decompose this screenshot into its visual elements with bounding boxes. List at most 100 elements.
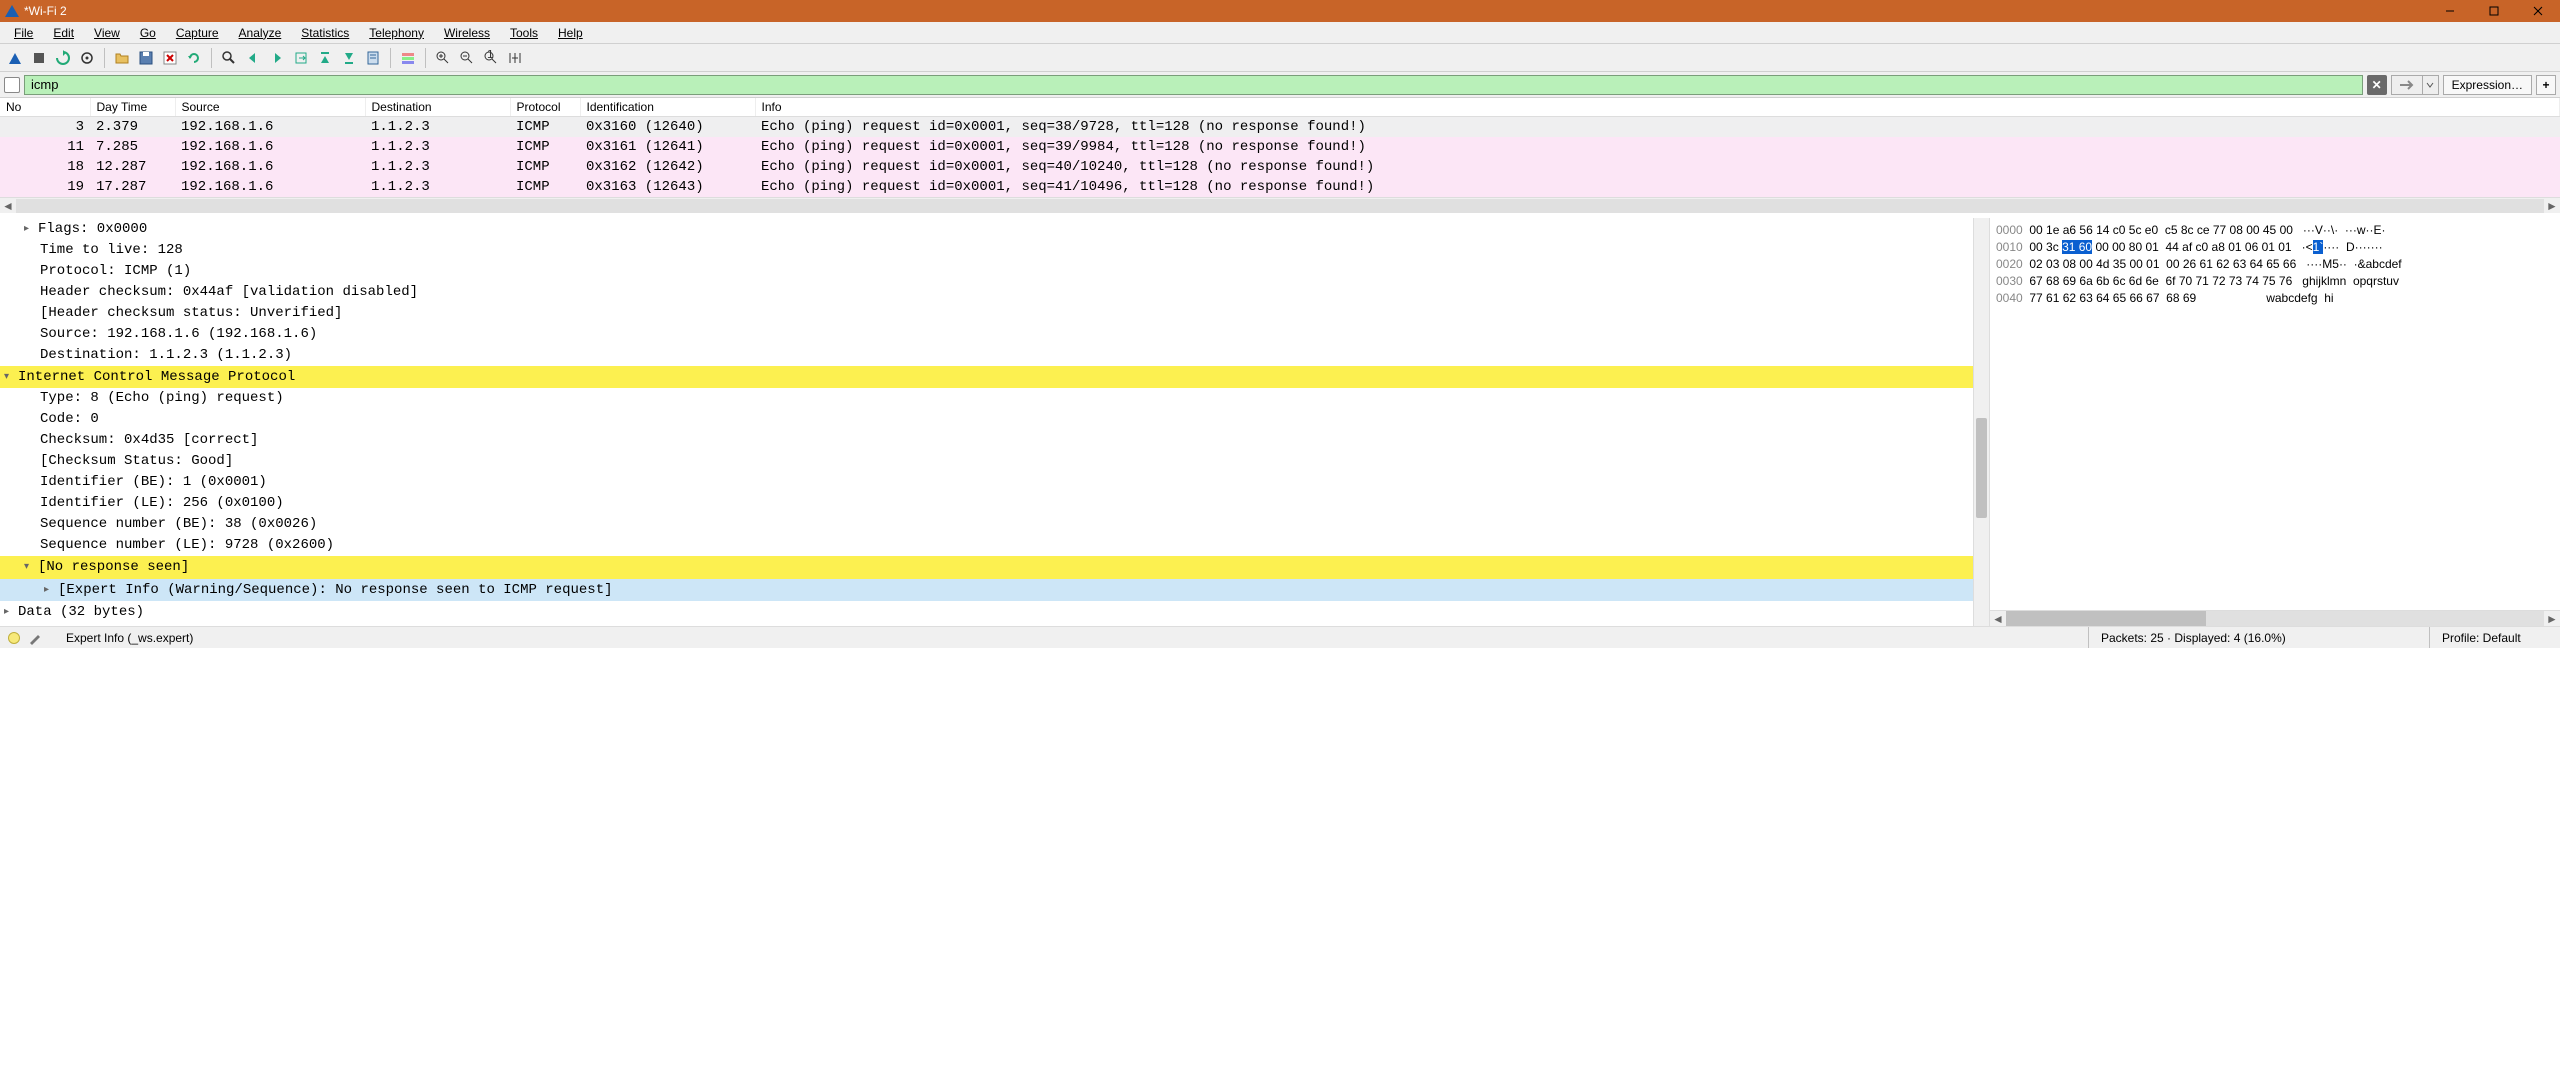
- hex-row[interactable]: 0000 00 1e a6 56 14 c0 5c e0 c5 8c ce 77…: [1996, 222, 2554, 239]
- menu-edit[interactable]: Edit: [43, 24, 84, 42]
- close-file-icon[interactable]: [159, 47, 181, 69]
- menu-capture[interactable]: Capture: [166, 24, 229, 42]
- filter-apply-button[interactable]: [2391, 75, 2439, 95]
- expression-button[interactable]: Expression…: [2443, 75, 2532, 95]
- menu-go[interactable]: Go: [130, 24, 166, 42]
- tree-row[interactable]: Identifier (LE): 256 (0x0100): [0, 493, 1973, 514]
- table-row[interactable]: 1812.287192.168.1.61.1.2.3ICMP0x3162 (12…: [0, 157, 2560, 177]
- tree-row[interactable]: Type: 8 (Echo (ping) request): [0, 388, 1973, 409]
- zoom-in-icon[interactable]: [432, 47, 454, 69]
- filter-clear-button[interactable]: ✕: [2367, 75, 2387, 95]
- tree-row[interactable]: [Header checksum status: Unverified]: [0, 303, 1973, 324]
- chevron-right-icon[interactable]: ▸: [4, 601, 18, 622]
- packet-details-pane: ▸Flags: 0x0000Time to live: 128Protocol:…: [0, 218, 1990, 626]
- capture-options-icon[interactable]: [76, 47, 98, 69]
- table-row[interactable]: 117.285192.168.1.61.1.2.3ICMP0x3161 (126…: [0, 137, 2560, 157]
- tree-row[interactable]: Source: 192.168.1.6 (192.168.1.6): [0, 324, 1973, 345]
- column-header-no[interactable]: No: [0, 98, 90, 117]
- tree-row[interactable]: Header checksum: 0x44af [validation disa…: [0, 282, 1973, 303]
- app-icon: [4, 3, 20, 19]
- menu-file[interactable]: File: [4, 24, 43, 42]
- status-profile-label[interactable]: Profile: Default: [2430, 631, 2560, 645]
- table-row[interactable]: 32.379192.168.1.61.1.2.3ICMP0x3160 (1264…: [0, 117, 2560, 138]
- menu-analyze[interactable]: Analyze: [229, 24, 292, 42]
- colorize-icon[interactable]: [397, 47, 419, 69]
- menu-help[interactable]: Help: [548, 24, 593, 42]
- tree-row[interactable]: Destination: 1.1.2.3 (1.1.2.3): [0, 345, 1973, 366]
- tree-row[interactable]: Checksum: 0x4d35 [correct]: [0, 430, 1973, 451]
- status-packets-label: Packets: 25 · Displayed: 4 (16.0%): [2089, 631, 2429, 645]
- packet-list-hscrollbar[interactable]: ◄►: [0, 197, 2560, 213]
- save-file-icon[interactable]: [135, 47, 157, 69]
- goto-packet-icon[interactable]: [290, 47, 312, 69]
- minimize-button[interactable]: [2428, 0, 2472, 22]
- hex-row[interactable]: 0040 77 61 62 63 64 65 66 67 68 69 wabcd…: [1996, 290, 2554, 307]
- goto-first-icon[interactable]: [314, 47, 336, 69]
- start-capture-icon[interactable]: [4, 47, 26, 69]
- hex-row[interactable]: 0020 02 03 08 00 4d 35 00 01 00 26 61 62…: [1996, 256, 2554, 273]
- tree-row[interactable]: ▾Internet Control Message Protocol: [0, 366, 1973, 388]
- tree-row[interactable]: Sequence number (LE): 9728 (0x2600): [0, 535, 1973, 556]
- resize-columns-icon[interactable]: [504, 47, 526, 69]
- menu-telephony[interactable]: Telephony: [359, 24, 434, 42]
- edit-comment-icon[interactable]: [26, 629, 44, 647]
- menubar: File Edit View Go Capture Analyze Statis…: [0, 22, 2560, 44]
- find-packet-icon[interactable]: [218, 47, 240, 69]
- tree-row[interactable]: ▸Flags: 0x0000: [0, 218, 1973, 240]
- tree-row[interactable]: ▸[Expert Info (Warning/Sequence): No res…: [0, 579, 1973, 601]
- column-header-source[interactable]: Source: [175, 98, 365, 117]
- hex-row[interactable]: 0010 00 3c 31 60 00 00 80 01 44 af c0 a8…: [1996, 239, 2554, 256]
- tree-row[interactable]: Time to live: 128: [0, 240, 1973, 261]
- chevron-right-icon[interactable]: ▸: [44, 579, 58, 600]
- go-back-icon[interactable]: [242, 47, 264, 69]
- tree-row[interactable]: Sequence number (BE): 38 (0x0026): [0, 514, 1973, 535]
- table-row[interactable]: 1917.287192.168.1.61.1.2.3ICMP0x3163 (12…: [0, 177, 2560, 197]
- column-header-protocol[interactable]: Protocol: [510, 98, 580, 117]
- statusbar: Expert Info (_ws.expert) Packets: 25 · D…: [0, 626, 2560, 648]
- go-forward-icon[interactable]: [266, 47, 288, 69]
- tree-row[interactable]: Identifier (BE): 1 (0x0001): [0, 472, 1973, 493]
- filter-bookmark-icon[interactable]: [4, 77, 20, 93]
- zoom-out-icon[interactable]: [456, 47, 478, 69]
- menu-statistics[interactable]: Statistics: [291, 24, 359, 42]
- expert-info-indicator-icon[interactable]: [8, 632, 20, 644]
- tree-row[interactable]: Protocol: ICMP (1): [0, 261, 1973, 282]
- add-filter-button[interactable]: +: [2536, 75, 2556, 95]
- packet-list-pane: No Day Time Source Destination Protocol …: [0, 98, 2560, 218]
- status-field-label: Expert Info (_ws.expert): [54, 631, 205, 645]
- maximize-button[interactable]: [2472, 0, 2516, 22]
- tree-row[interactable]: ▾[No response seen]: [0, 556, 1973, 578]
- arrow-right-icon: [2392, 76, 2422, 94]
- packet-list-header[interactable]: No Day Time Source Destination Protocol …: [0, 98, 2560, 117]
- column-header-info[interactable]: Info: [755, 98, 2560, 117]
- chevron-down-icon[interactable]: [2422, 76, 2438, 94]
- tree-row[interactable]: [Checksum Status: Good]: [0, 451, 1973, 472]
- goto-last-icon[interactable]: [338, 47, 360, 69]
- column-header-time[interactable]: Day Time: [90, 98, 175, 117]
- hex-row[interactable]: 0030 67 68 69 6a 6b 6c 6d 6e 6f 70 71 72…: [1996, 273, 2554, 290]
- chevron-right-icon[interactable]: ▸: [24, 218, 38, 239]
- restart-capture-icon[interactable]: [52, 47, 74, 69]
- chevron-down-icon[interactable]: ▾: [24, 556, 38, 577]
- packet-bytes-pane: 0000 00 1e a6 56 14 c0 5c e0 c5 8c ce 77…: [1990, 218, 2560, 626]
- column-header-destination[interactable]: Destination: [365, 98, 510, 117]
- column-header-identification[interactable]: Identification: [580, 98, 755, 117]
- details-vscrollbar[interactable]: [1973, 218, 1989, 626]
- reload-file-icon[interactable]: [183, 47, 205, 69]
- tree-row[interactable]: Code: 0: [0, 409, 1973, 430]
- zoom-reset-icon[interactable]: 1: [480, 47, 502, 69]
- close-button[interactable]: [2516, 0, 2560, 22]
- display-filter-input[interactable]: [24, 75, 2363, 95]
- open-file-icon[interactable]: [111, 47, 133, 69]
- menu-tools[interactable]: Tools: [500, 24, 548, 42]
- window-title: *Wi-Fi 2: [24, 4, 67, 18]
- chevron-down-icon[interactable]: ▾: [4, 366, 18, 387]
- autoscroll-icon[interactable]: [362, 47, 384, 69]
- menu-view[interactable]: View: [84, 24, 130, 42]
- window-titlebar: *Wi-Fi 2: [0, 0, 2560, 22]
- tree-row[interactable]: ▸Data (32 bytes): [0, 601, 1973, 623]
- hex-hscrollbar[interactable]: ◄►: [1990, 610, 2560, 626]
- stop-capture-icon[interactable]: [28, 47, 50, 69]
- menu-wireless[interactable]: Wireless: [434, 24, 500, 42]
- svg-text:1: 1: [487, 50, 494, 61]
